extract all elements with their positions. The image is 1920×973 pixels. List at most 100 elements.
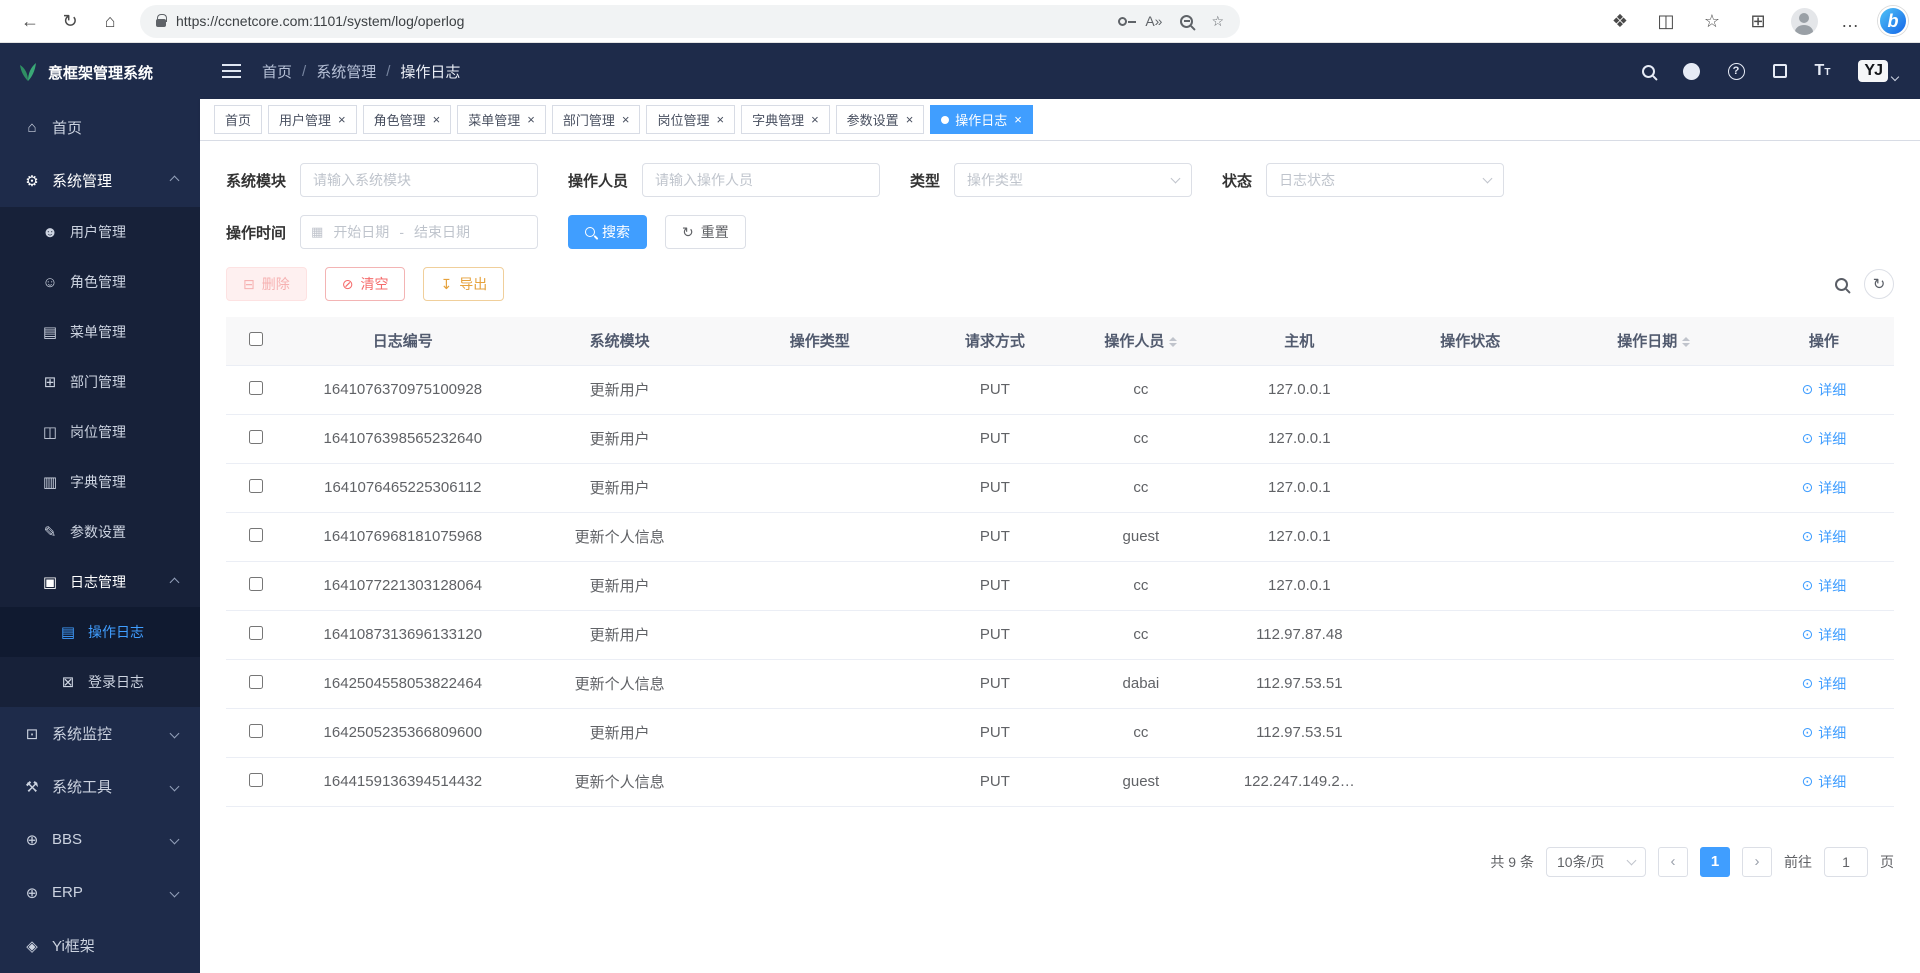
extensions-button[interactable]: ❖ bbox=[1602, 4, 1638, 38]
tab[interactable]: 字典管理 × bbox=[741, 105, 830, 134]
tab-close-icon[interactable]: × bbox=[527, 113, 535, 126]
sidebar-item-home[interactable]: ⌂ 首页 bbox=[0, 101, 200, 154]
profile-button[interactable] bbox=[1786, 4, 1822, 38]
tab[interactable]: 操作日志 × bbox=[930, 105, 1033, 134]
status-select[interactable]: 日志状态 bbox=[1266, 163, 1504, 197]
row-checkbox[interactable] bbox=[249, 479, 263, 493]
sidebar-item-role-management[interactable]: ☺ 角色管理 bbox=[0, 257, 200, 307]
operator-input[interactable] bbox=[642, 163, 880, 197]
address-bar[interactable]: https://ccnetcore.com:1101/system/log/op… bbox=[140, 5, 1240, 38]
read-aloud-icon[interactable]: A» bbox=[1145, 13, 1162, 29]
tab[interactable]: 用户管理 × bbox=[268, 105, 357, 134]
goto-page-input[interactable] bbox=[1824, 847, 1868, 877]
fullscreen-icon[interactable] bbox=[1773, 64, 1787, 78]
zoom-out-icon[interactable] bbox=[1180, 15, 1193, 28]
cell-host: 127.0.0.1 bbox=[1212, 414, 1387, 463]
sidebar-item-system-monitor[interactable]: ⊡ 系统监控 bbox=[0, 707, 200, 760]
sidebar-toggle-icon[interactable] bbox=[222, 63, 242, 80]
export-button[interactable]: ↧ 导出 bbox=[423, 267, 504, 301]
detail-link[interactable]: ⊙ 详细 bbox=[1802, 674, 1847, 694]
row-checkbox[interactable] bbox=[249, 626, 263, 640]
tab[interactable]: 岗位管理 × bbox=[646, 105, 735, 134]
current-page-button[interactable]: 1 bbox=[1700, 847, 1730, 877]
tab-close-icon[interactable]: × bbox=[622, 113, 630, 126]
favorites-button[interactable]: ☆ bbox=[1694, 4, 1730, 38]
bing-button[interactable]: b bbox=[1878, 6, 1908, 36]
detail-link[interactable]: ⊙ 详细 bbox=[1802, 429, 1847, 449]
password-key-icon[interactable] bbox=[1118, 17, 1127, 26]
row-checkbox[interactable] bbox=[249, 773, 263, 787]
tab-close-icon[interactable]: × bbox=[433, 113, 441, 126]
detail-link[interactable]: ⊙ 详细 bbox=[1802, 478, 1847, 498]
sidebar-item-yi-framework[interactable]: ◈ Yi框架 bbox=[0, 919, 200, 972]
sidebar-item-log-management[interactable]: ▣ 日志管理 bbox=[0, 557, 200, 607]
tab-close-icon[interactable]: × bbox=[716, 113, 724, 126]
tab-close-icon[interactable]: × bbox=[338, 113, 346, 126]
sidebar-item-dict-management[interactable]: ▥ 字典管理 bbox=[0, 457, 200, 507]
sidebar-item-post-management[interactable]: ◫ 岗位管理 bbox=[0, 407, 200, 457]
refresh-table-icon[interactable]: ↻ bbox=[1864, 269, 1894, 299]
sort-date-icon[interactable] bbox=[1682, 333, 1690, 351]
add-favorite-star-icon[interactable]: ☆ bbox=[1211, 13, 1224, 30]
delete-button[interactable]: ⊟ 删除 bbox=[226, 267, 307, 301]
detail-link[interactable]: ⊙ 详细 bbox=[1802, 380, 1847, 400]
browser-back-button[interactable]: ← bbox=[12, 4, 48, 38]
tab-close-icon[interactable]: × bbox=[906, 113, 914, 126]
row-checkbox[interactable] bbox=[249, 430, 263, 444]
row-checkbox[interactable] bbox=[249, 577, 263, 591]
module-input[interactable] bbox=[300, 163, 538, 197]
sidebar-item-param-settings[interactable]: ✎ 参数设置 bbox=[0, 507, 200, 557]
detail-link[interactable]: ⊙ 详细 bbox=[1802, 527, 1847, 547]
sort-operator-icon[interactable] bbox=[1169, 333, 1177, 351]
sidebar-item-system-tools[interactable]: ⚒ 系统工具 bbox=[0, 760, 200, 813]
sidebar-item-operation-log[interactable]: ▤ 操作日志 bbox=[0, 607, 200, 657]
reset-button[interactable]: ↻ 重置 bbox=[665, 215, 746, 249]
detail-link[interactable]: ⊙ 详细 bbox=[1802, 576, 1847, 596]
user-menu[interactable]: YJ bbox=[1858, 60, 1898, 82]
font-size-icon[interactable]: TT bbox=[1815, 62, 1831, 80]
row-checkbox[interactable] bbox=[249, 381, 263, 395]
page-size-select[interactable]: 10条/页 bbox=[1546, 847, 1646, 877]
tab[interactable]: 参数设置 × bbox=[836, 105, 925, 134]
sidebar-item-login-log[interactable]: ⊠ 登录日志 bbox=[0, 657, 200, 707]
tab[interactable]: 部门管理 × bbox=[552, 105, 641, 134]
tab[interactable]: 角色管理 × bbox=[363, 105, 452, 134]
sidebar-item-user-management[interactable]: ☻ 用户管理 bbox=[0, 207, 200, 257]
browser-refresh-button[interactable]: ↻ bbox=[52, 4, 88, 38]
tab[interactable]: 首页 bbox=[214, 105, 262, 134]
header-search-icon[interactable] bbox=[1642, 65, 1655, 78]
row-checkbox[interactable] bbox=[249, 528, 263, 542]
prev-page-button[interactable]: ‹ bbox=[1658, 847, 1688, 877]
row-checkbox[interactable] bbox=[249, 675, 263, 689]
tab[interactable]: 菜单管理 × bbox=[457, 105, 546, 134]
chevron-down-icon bbox=[1891, 73, 1899, 81]
detail-link[interactable]: ⊙ 详细 bbox=[1802, 723, 1847, 743]
help-icon[interactable]: ? bbox=[1728, 63, 1745, 80]
eye-icon: ⊙ bbox=[1802, 675, 1814, 692]
clear-button[interactable]: ⊘ 清空 bbox=[325, 267, 406, 301]
sidebar-item-system-management[interactable]: ⚙ 系统管理 bbox=[0, 154, 200, 207]
next-page-button[interactable]: › bbox=[1742, 847, 1772, 877]
breadcrumb-system[interactable]: 系统管理 bbox=[316, 61, 376, 82]
sidebar-item-erp[interactable]: ⊕ ERP bbox=[0, 866, 200, 919]
row-checkbox[interactable] bbox=[249, 724, 263, 738]
type-select[interactable]: 操作类型 bbox=[954, 163, 1192, 197]
tab-close-icon[interactable]: × bbox=[1014, 113, 1022, 126]
split-screen-button[interactable]: ◫ bbox=[1648, 4, 1684, 38]
tab-close-icon[interactable]: × bbox=[811, 113, 819, 126]
browser-home-button[interactable]: ⌂ bbox=[92, 4, 128, 38]
sidebar-item-menu-management[interactable]: ▤ 菜单管理 bbox=[0, 307, 200, 357]
show-search-icon[interactable] bbox=[1835, 278, 1848, 291]
detail-link[interactable]: ⊙ 详细 bbox=[1802, 772, 1847, 792]
detail-link[interactable]: ⊙ 详细 bbox=[1802, 625, 1847, 645]
date-range-picker[interactable]: ▦ 开始日期 - 结束日期 bbox=[300, 215, 538, 249]
collections-button[interactable]: ⊞ bbox=[1740, 4, 1776, 38]
breadcrumb-home[interactable]: 首页 bbox=[262, 61, 292, 82]
search-button[interactable]: 搜索 bbox=[568, 215, 647, 249]
select-all-checkbox[interactable] bbox=[249, 332, 263, 346]
sidebar-item-dept-management[interactable]: ⊞ 部门管理 bbox=[0, 357, 200, 407]
github-icon[interactable] bbox=[1683, 63, 1700, 80]
sidebar-item-bbs[interactable]: ⊕ BBS bbox=[0, 813, 200, 866]
url-text[interactable]: https://ccnetcore.com:1101/system/log/op… bbox=[176, 13, 1108, 29]
browser-menu-button[interactable]: … bbox=[1832, 4, 1868, 38]
